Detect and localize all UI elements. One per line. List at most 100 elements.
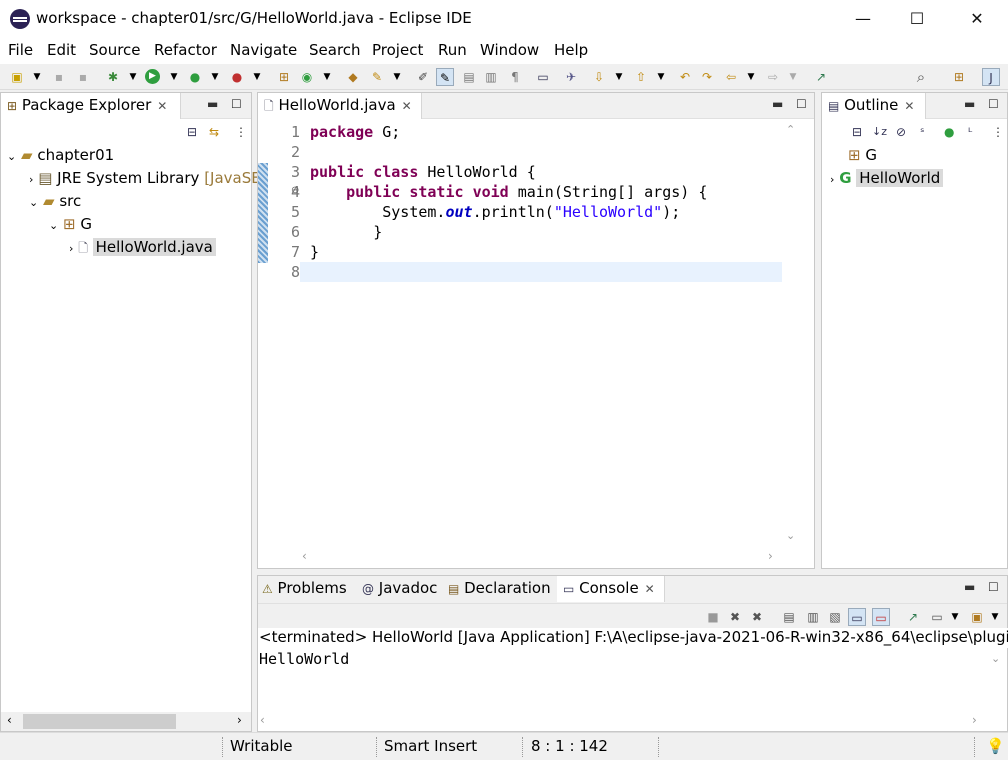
menu-edit[interactable]: Edit xyxy=(47,41,76,59)
minimize-icon[interactable]: ▬ xyxy=(964,97,975,111)
chevron-down-icon[interactable]: ▼ xyxy=(784,68,802,86)
menu-window[interactable]: Window xyxy=(480,41,539,59)
outline-item-package[interactable]: ⊞ G xyxy=(848,146,877,164)
code-editor[interactable]: 1 package G; 2 3 public class HelloWorld {4 ⊖… xyxy=(268,119,798,549)
tree-item-project[interactable]: ⌄ ▰ chapter01 xyxy=(7,146,114,164)
save-all-icon[interactable]: ▪ xyxy=(74,68,92,86)
menu-source[interactable]: Source xyxy=(89,41,141,59)
hide-local-types-icon[interactable]: ᴸ xyxy=(968,125,972,139)
console-output[interactable]: HelloWorld xyxy=(259,650,349,668)
scroll-lock-icon[interactable]: ▥ xyxy=(804,608,822,626)
external-tools-icon[interactable]: ● xyxy=(228,68,246,86)
word-wrap-icon[interactable]: ▧ xyxy=(826,608,844,626)
menu-file[interactable]: File xyxy=(8,41,33,59)
show-on-error-icon[interactable]: ▭ xyxy=(872,608,890,626)
menu-run[interactable]: Run xyxy=(438,41,467,59)
open-task-icon[interactable]: ✎ xyxy=(368,68,386,86)
hide-non-public-icon[interactable]: ● xyxy=(944,125,954,139)
toggle-mark-occurrences-icon[interactable]: ✐ xyxy=(414,68,432,86)
close-button[interactable]: ✕ xyxy=(954,0,1000,38)
minimize-button[interactable]: — xyxy=(840,0,886,38)
tab-javadoc[interactable]: @ Javadoc xyxy=(362,579,437,597)
tab-declaration[interactable]: ▤ Declaration xyxy=(448,579,551,597)
scroll-right-icon[interactable]: › xyxy=(972,713,977,727)
hide-fields-icon[interactable]: ⊘ xyxy=(896,125,906,139)
java-perspective-icon[interactable]: J xyxy=(982,68,1000,86)
close-icon[interactable]: ✕ xyxy=(402,99,412,113)
code-line[interactable]: public class HelloWorld { xyxy=(310,163,536,181)
search-icon[interactable]: ⌕ xyxy=(912,68,930,86)
collapse-all-icon[interactable]: ⊟ xyxy=(187,125,197,139)
chevron-down-icon[interactable]: ▼ xyxy=(28,68,46,86)
terminate-icon[interactable]: ■ xyxy=(704,608,722,626)
scroll-left-icon[interactable]: ‹ xyxy=(302,549,307,563)
link-with-editor-icon[interactable]: ⇆ xyxy=(209,125,219,139)
pilcrow-icon[interactable]: ¶ xyxy=(506,68,524,86)
forward-edit-icon[interactable]: ↷ xyxy=(698,68,716,86)
show-whitespace-icon[interactable]: ▥ xyxy=(482,68,500,86)
menu-refactor[interactable]: Refactor xyxy=(154,41,217,59)
code-line[interactable]: package G; xyxy=(310,123,400,141)
open-console-icon[interactable]: ▣ xyxy=(968,608,986,626)
tab-problems[interactable]: ⚠ Problems xyxy=(262,579,347,597)
minimize-icon[interactable]: ▬ xyxy=(207,97,218,111)
status-cursor-position[interactable]: 8 : 1 : 142 xyxy=(531,737,608,755)
chevron-down-icon[interactable]: ▼ xyxy=(165,68,183,86)
remove-all-icon[interactable]: ✖ xyxy=(748,608,766,626)
open-perspective-icon[interactable]: ⊞ xyxy=(950,68,968,86)
outline-item-class[interactable]: › G HelloWorld xyxy=(830,169,944,187)
sort-icon[interactable]: ↓z xyxy=(872,125,887,138)
tree-item-src[interactable]: ⌄ ▰ src xyxy=(29,192,81,210)
tree-item-jre[interactable]: › ▤ JRE System Library [JavaSE xyxy=(29,169,261,187)
scroll-right-icon[interactable]: › xyxy=(768,549,773,563)
close-icon[interactable]: ✕ xyxy=(645,582,655,596)
tab-outline[interactable]: ▤ Outline ✕ xyxy=(822,93,926,119)
menu-navigate[interactable]: Navigate xyxy=(230,41,297,59)
chevron-down-icon[interactable]: ▼ xyxy=(986,608,1004,626)
show-on-output-icon[interactable]: ▭ xyxy=(848,608,866,626)
debug-icon[interactable]: ✱ xyxy=(104,68,122,86)
new-icon[interactable]: ▣ xyxy=(8,68,26,86)
collapse-all-icon[interactable]: ⊟ xyxy=(852,125,862,139)
breadcrumb-icon[interactable]: ▭ xyxy=(534,68,552,86)
code-line[interactable]: } xyxy=(310,243,319,261)
previous-annotation-icon[interactable]: ⇧ xyxy=(632,68,650,86)
horizontal-scrollbar[interactable]: ‹ › xyxy=(1,712,251,731)
minimize-icon[interactable]: ▬ xyxy=(964,580,975,594)
last-edit-icon[interactable]: ↶ xyxy=(676,68,694,86)
chevron-down-icon[interactable]: ▼ xyxy=(388,68,406,86)
maximize-icon[interactable]: ☐ xyxy=(988,97,999,111)
scroll-up-icon[interactable]: ⌃ xyxy=(786,123,795,136)
view-menu-icon[interactable]: ⋮ xyxy=(992,125,1004,139)
chevron-down-icon[interactable]: ▼ xyxy=(318,68,336,86)
scroll-left-icon[interactable]: ‹ xyxy=(260,713,265,727)
coverage-icon[interactable]: ● xyxy=(186,68,204,86)
menu-project[interactable]: Project xyxy=(372,41,423,59)
toggle-block-selection-icon[interactable]: ▤ xyxy=(460,68,478,86)
scroll-down-icon[interactable]: ⌄ xyxy=(786,529,795,542)
scroll-left-icon[interactable]: ‹ xyxy=(7,713,12,727)
scroll-right-icon[interactable]: › xyxy=(237,713,242,727)
console-hscrollbar[interactable]: ‹ › xyxy=(258,713,1007,731)
tab-console[interactable]: ▭ Console ✕ xyxy=(557,576,665,602)
scroll-down-icon[interactable]: ⌄ xyxy=(991,652,1000,665)
maximize-icon[interactable]: ☐ xyxy=(796,97,807,111)
code-line[interactable]: public static void main(String[] args) { xyxy=(310,183,707,201)
tab-package-explorer[interactable]: ⊞ Package Explorer ✕ xyxy=(1,93,181,119)
fold-collapse-icon[interactable]: ⊖ xyxy=(291,185,299,196)
maximize-button[interactable]: ☐ xyxy=(894,0,940,38)
chevron-down-icon[interactable]: ▼ xyxy=(124,68,142,86)
code-line[interactable]: System.out.println("HelloWorld"); xyxy=(310,203,680,221)
tab-helloworld-java[interactable]: 🗋 HelloWorld.java ✕ xyxy=(258,93,422,119)
save-icon[interactable]: ▪ xyxy=(50,68,68,86)
chevron-down-icon[interactable]: ▼ xyxy=(742,68,760,86)
pin-editor-icon[interactable]: ↗ xyxy=(812,68,830,86)
hide-static-icon[interactable]: ˢ xyxy=(920,125,924,139)
minimize-icon[interactable]: ▬ xyxy=(772,97,783,111)
menu-search[interactable]: Search xyxy=(309,41,361,59)
lightbulb-icon[interactable]: 💡 xyxy=(986,737,1005,755)
new-java-package-icon[interactable]: ⊞ xyxy=(275,68,293,86)
status-insert-mode[interactable]: Smart Insert xyxy=(384,737,477,755)
tree-item-java-file[interactable]: › 🗋 HelloWorld.java xyxy=(69,238,216,260)
menu-help[interactable]: Help xyxy=(554,41,588,59)
